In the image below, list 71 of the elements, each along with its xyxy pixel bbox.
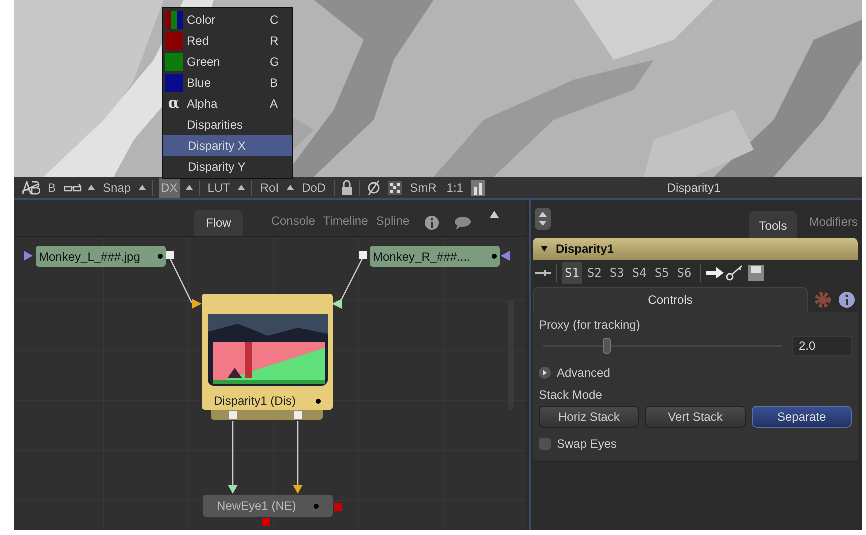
slot-button[interactable]: S5 — [652, 262, 672, 284]
menu-item[interactable]: Blue B — [163, 72, 292, 93]
bars-icon[interactable] — [471, 180, 486, 196]
save-icon[interactable] — [748, 265, 764, 281]
caret-icon[interactable] — [287, 185, 294, 190]
checker-icon[interactable] — [388, 180, 402, 194]
inspector-tab[interactable]: Modifiers — [809, 211, 858, 238]
advanced-toggle[interactable]: Advanced — [539, 364, 852, 382]
tool-header[interactable]: Disparity1 — [533, 238, 858, 260]
slot-button[interactable]: S1 — [562, 262, 582, 284]
tool-node[interactable]: Disparity1 (Dis) — [202, 294, 333, 410]
flow-tab[interactable]: Console — [271, 210, 316, 236]
controls-tab[interactable]: Controls — [533, 287, 808, 312]
stack-mode-button[interactable]: Separate — [752, 406, 852, 428]
connector-line — [169, 258, 193, 304]
input-triangle-icon[interactable] — [332, 299, 342, 309]
lock-icon[interactable] — [341, 180, 354, 196]
menu-item[interactable]: Green G — [163, 51, 292, 72]
up-down-icon[interactable] — [535, 208, 551, 230]
ab-strike-icon[interactable] — [22, 180, 40, 194]
info-icon[interactable] — [424, 215, 440, 231]
tool-node[interactable]: NewEye1 (NE) — [203, 495, 333, 517]
key-icon[interactable] — [726, 265, 744, 281]
scroll-up-icon[interactable] — [490, 211, 499, 218]
menu-item[interactable]: Color C — [163, 9, 292, 30]
collapse-triangle-icon[interactable] — [541, 246, 548, 252]
menu-item[interactable]: Disparity X — [163, 135, 292, 156]
swap-eyes-checkbox[interactable]: Swap Eyes — [539, 435, 852, 453]
info-icon[interactable] — [838, 291, 856, 309]
slot-button[interactable]: S2 — [584, 262, 605, 284]
toolbar-button[interactable]: RoI — [258, 178, 282, 198]
menu-item[interactable]: Red R — [163, 30, 292, 51]
proxy-label: Proxy (for tracking) — [539, 317, 642, 334]
stack-mode-button[interactable]: Horiz Stack — [539, 406, 640, 428]
slot-button[interactable]: S6 — [674, 262, 695, 284]
flow-tab[interactable]: Timeline — [323, 210, 368, 236]
toolbar-button[interactable]: B — [46, 178, 58, 198]
toolbar-button[interactable]: DoD — [300, 178, 328, 198]
menu-item[interactable]: Disparity Y — [163, 156, 292, 177]
stack-mode-button[interactable]: Vert Stack — [645, 406, 746, 428]
slot-button[interactable]: S3 — [606, 262, 628, 284]
toolbar-button[interactable]: LUT — [206, 178, 232, 198]
caret-icon[interactable] — [238, 185, 246, 190]
inspector-tab[interactable]: Tools — [749, 211, 798, 238]
flow-tab[interactable]: Spline — [376, 210, 410, 236]
caret-icon[interactable] — [186, 185, 193, 190]
color-channels-icon — [165, 10, 183, 28]
caret-icon[interactable] — [88, 185, 96, 190]
input-triangle-icon[interactable] — [192, 299, 202, 309]
glasses-icon[interactable] — [64, 182, 82, 192]
proxy-value-field[interactable]: 2.0 — [792, 336, 852, 356]
arrow-icon[interactable] — [706, 267, 724, 279]
caret-icon[interactable] — [139, 185, 146, 190]
viewer-title: Disparity1 — [667, 180, 721, 196]
stack-mode-label: Stack Mode — [539, 387, 604, 404]
pin-icon[interactable] — [535, 269, 551, 277]
toolbar-button[interactable]: SmR — [408, 178, 439, 198]
input-triangle-icon[interactable] — [501, 251, 511, 261]
loader-node[interactable]: Monkey_R_###.... — [370, 246, 500, 267]
node-label: Disparity1 (Dis) — [214, 393, 298, 410]
menu-item[interactable]: Disparities — [163, 114, 292, 135]
toolbar-button[interactable]: Snap — [101, 178, 134, 198]
toolbar-button[interactable]: 1:1 — [444, 178, 466, 198]
input-triangle-icon[interactable] — [24, 251, 34, 261]
slot-button[interactable]: S4 — [629, 262, 650, 284]
slider-thumb[interactable] — [603, 338, 612, 354]
alpha-glyph: α — [167, 96, 181, 111]
speech-bubble-icon[interactable] — [454, 216, 472, 230]
menu-item[interactable]: α Alpha A — [163, 93, 292, 114]
loader-node[interactable]: Monkey_L_###.jpg — [36, 246, 166, 267]
flow-tab[interactable]: Flow — [194, 210, 244, 236]
